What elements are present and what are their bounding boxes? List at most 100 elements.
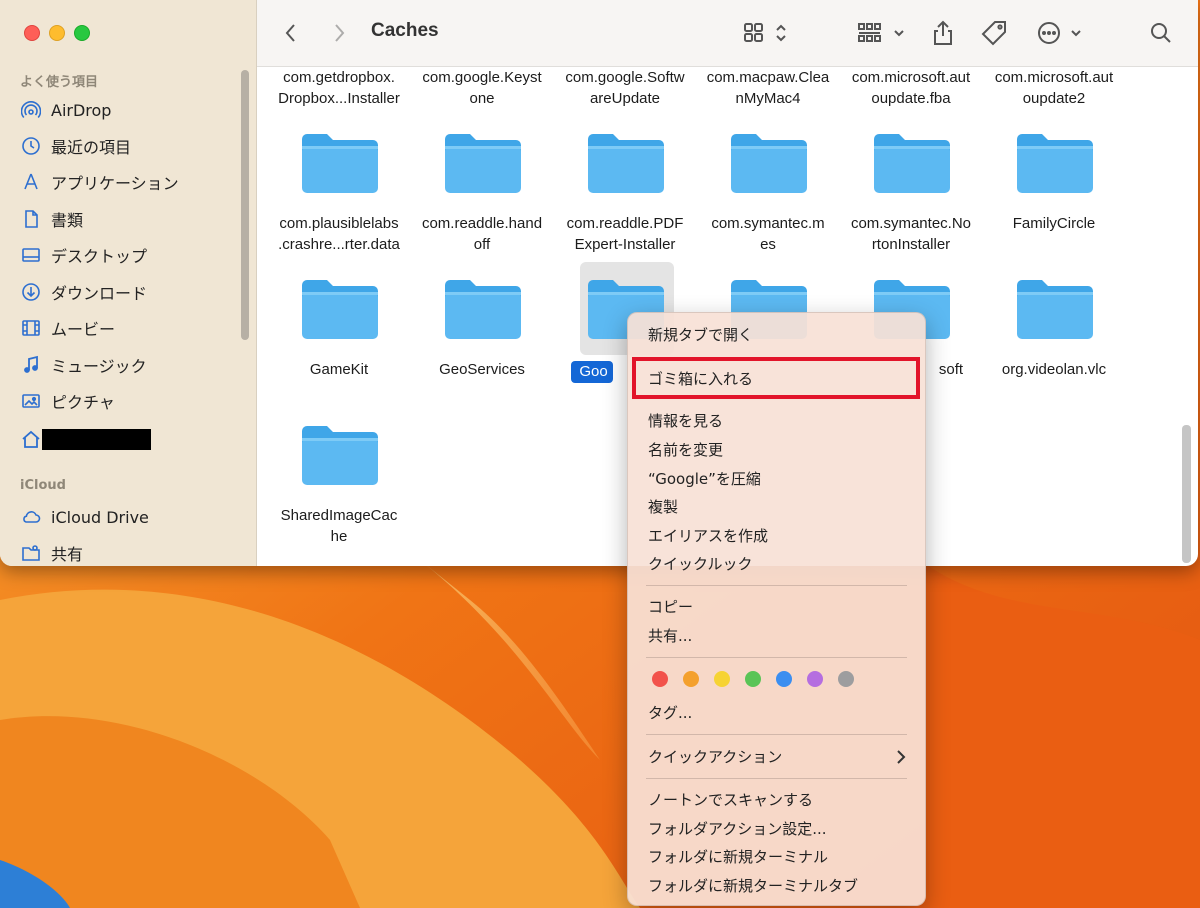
file-name-line: com.readdle.hand xyxy=(421,215,543,232)
menu-item-new-terminal-tab[interactable]: フォルダに新規ターミナルタブ xyxy=(648,875,858,897)
tag-color-dot[interactable] xyxy=(683,671,699,687)
sidebar-item-label: ピクチャ xyxy=(51,393,115,412)
menu-item-make-alias[interactable]: エイリアスを作成 xyxy=(648,525,768,547)
menu-separator xyxy=(646,778,907,779)
share-icon xyxy=(934,20,952,45)
file-name-line: com.readdle.PDF xyxy=(566,215,684,232)
minimize-window-button[interactable] xyxy=(49,25,65,41)
sidebar-item-applications[interactable]: アプリケーション xyxy=(20,168,240,196)
document-icon xyxy=(20,208,42,230)
menu-item-new-terminal[interactable]: フォルダに新規ターミナル xyxy=(648,846,828,868)
file-name-label: com.symantec.m es xyxy=(698,213,838,255)
tag-color-dot[interactable] xyxy=(838,671,854,687)
menu-item-rename[interactable]: 名前を変更 xyxy=(648,439,723,461)
folder-icon xyxy=(731,134,807,193)
view-mode-button[interactable] xyxy=(743,20,789,46)
file-name-line: he xyxy=(330,528,348,545)
sidebar-item-documents[interactable]: 書類 xyxy=(20,205,240,233)
menu-item-folder-action-setup[interactable]: フォルダアクション設定... xyxy=(648,818,827,840)
applications-icon xyxy=(20,171,42,193)
menu-item-duplicate[interactable]: 複製 xyxy=(648,496,678,518)
group-button[interactable] xyxy=(857,20,907,46)
sidebar-item-downloads[interactable]: ダウンロード xyxy=(20,278,240,306)
airdrop-icon xyxy=(20,99,42,121)
menu-item-share[interactable]: 共有... xyxy=(648,625,692,647)
file-name-label: GeoServices xyxy=(412,359,552,380)
shared-folder-icon xyxy=(20,542,42,564)
sidebar-item-music[interactable]: ミュージック xyxy=(20,351,240,379)
folder-item[interactable]: com.plausiblelabs .crashre...rter.data xyxy=(269,129,409,259)
folder-icon xyxy=(1017,280,1093,339)
file-name-line: com.microsoft.aut xyxy=(851,69,971,86)
tag-color-dot[interactable] xyxy=(776,671,792,687)
folder-item[interactable]: GeoServices xyxy=(412,275,552,405)
file-name-line: com.google.Keyst xyxy=(422,69,542,86)
menu-item-quick-actions[interactable]: クイックアクション xyxy=(648,746,782,768)
folder-item[interactable]: SharedImageCac he xyxy=(269,421,409,551)
file-name-label: SharedImageCac he xyxy=(269,505,409,547)
folder-icon xyxy=(588,134,664,193)
zoom-window-button[interactable] xyxy=(74,25,90,41)
sidebar-item-airdrop[interactable]: AirDrop xyxy=(20,96,240,124)
tag-color-dot[interactable] xyxy=(745,671,761,687)
back-button[interactable] xyxy=(283,20,299,46)
sidebar-item-recents[interactable]: 最近の項目 xyxy=(20,132,240,160)
tags-button[interactable] xyxy=(981,20,1009,46)
menu-item-compress[interactable]: “Google”を圧縮 xyxy=(648,468,761,490)
file-name-line: com.google.Softw xyxy=(565,69,685,86)
file-name-label: com.readdle.PDF Expert-Installer xyxy=(555,213,695,255)
sidebar-item-label: デスクトップ xyxy=(51,247,148,266)
file-name-label: FamilyCircle xyxy=(984,213,1124,234)
forward-button[interactable] xyxy=(331,20,347,46)
finder-window: よく使う項目 AirDrop 最近の項目 アプリケーション 書類 デスクトップ … xyxy=(0,0,1198,566)
file-name-line: rtonInstaller xyxy=(871,236,951,253)
file-name-line: nMyMac4 xyxy=(735,90,801,107)
file-name-line: com.symantec.m xyxy=(711,215,825,232)
file-name-line: oupdate2 xyxy=(1022,90,1086,107)
file-name-line: FamilyCircle xyxy=(1012,215,1096,232)
folder-item[interactable]: com.readdle.hand off xyxy=(412,129,552,259)
music-icon xyxy=(20,354,42,376)
menu-separator xyxy=(646,585,907,586)
file-name-line: areUpdate xyxy=(589,90,661,107)
file-name-line: com.macpaw.Clea xyxy=(706,69,830,86)
sidebar-scrollbar[interactable] xyxy=(241,70,249,340)
file-name-line: .crashre...rter.data xyxy=(278,236,400,253)
menu-separator xyxy=(646,734,907,735)
folder-item[interactable]: org.videolan.vlc xyxy=(984,275,1124,405)
share-button[interactable] xyxy=(931,20,955,46)
action-menu-button[interactable] xyxy=(1037,20,1085,46)
file-name-line: com.microsoft.aut xyxy=(994,69,1114,86)
sidebar-item-desktop[interactable]: デスクトップ xyxy=(20,241,240,269)
tag-color-dot[interactable] xyxy=(807,671,823,687)
tag-color-dot[interactable] xyxy=(652,671,668,687)
folder-item[interactable]: com.readdle.PDF Expert-Installer xyxy=(555,129,695,259)
menu-item-open-new-tab[interactable]: 新規タブで開く xyxy=(648,324,753,346)
file-name-label: org.videolan.vlc xyxy=(984,359,1124,380)
menu-item-tags[interactable]: タグ... xyxy=(648,702,692,724)
search-button[interactable] xyxy=(1149,20,1173,46)
folder-icon xyxy=(445,134,521,193)
menu-item-get-info[interactable]: 情報を見る xyxy=(648,410,723,432)
file-name-label: com.plausiblelabs .crashre...rter.data xyxy=(269,213,409,255)
tag-color-dot[interactable] xyxy=(714,671,730,687)
icloud-heading: iCloud xyxy=(20,478,66,493)
toolbar: Caches xyxy=(257,0,1198,67)
sidebar-item-movies[interactable]: ムービー xyxy=(20,314,240,342)
file-name-label: com.microsoft.aut oupdate.fba xyxy=(841,67,981,109)
submenu-chevron-icon xyxy=(897,750,906,764)
file-name-line: com.plausiblelabs xyxy=(279,215,399,232)
menu-item-copy[interactable]: コピー xyxy=(648,596,693,618)
folder-item[interactable]: com.symantec.No rtonInstaller xyxy=(841,129,981,259)
menu-item-quick-look[interactable]: クイックルック xyxy=(648,553,753,575)
folder-item[interactable]: GameKit xyxy=(269,275,409,405)
sidebar-item-shared[interactable]: 共有 xyxy=(20,539,240,566)
folder-item[interactable]: com.symantec.m es xyxy=(698,129,838,259)
folder-item[interactable]: FamilyCircle xyxy=(984,129,1124,259)
sidebar-item-pictures[interactable]: ピクチャ xyxy=(20,387,240,415)
folder-icon xyxy=(302,134,378,193)
close-window-button[interactable] xyxy=(24,25,40,41)
content-scrollbar[interactable] xyxy=(1182,425,1191,563)
sidebar-item-icloud-drive[interactable]: iCloud Drive xyxy=(20,503,240,531)
menu-item-norton-scan[interactable]: ノートンでスキャンする xyxy=(648,789,813,811)
